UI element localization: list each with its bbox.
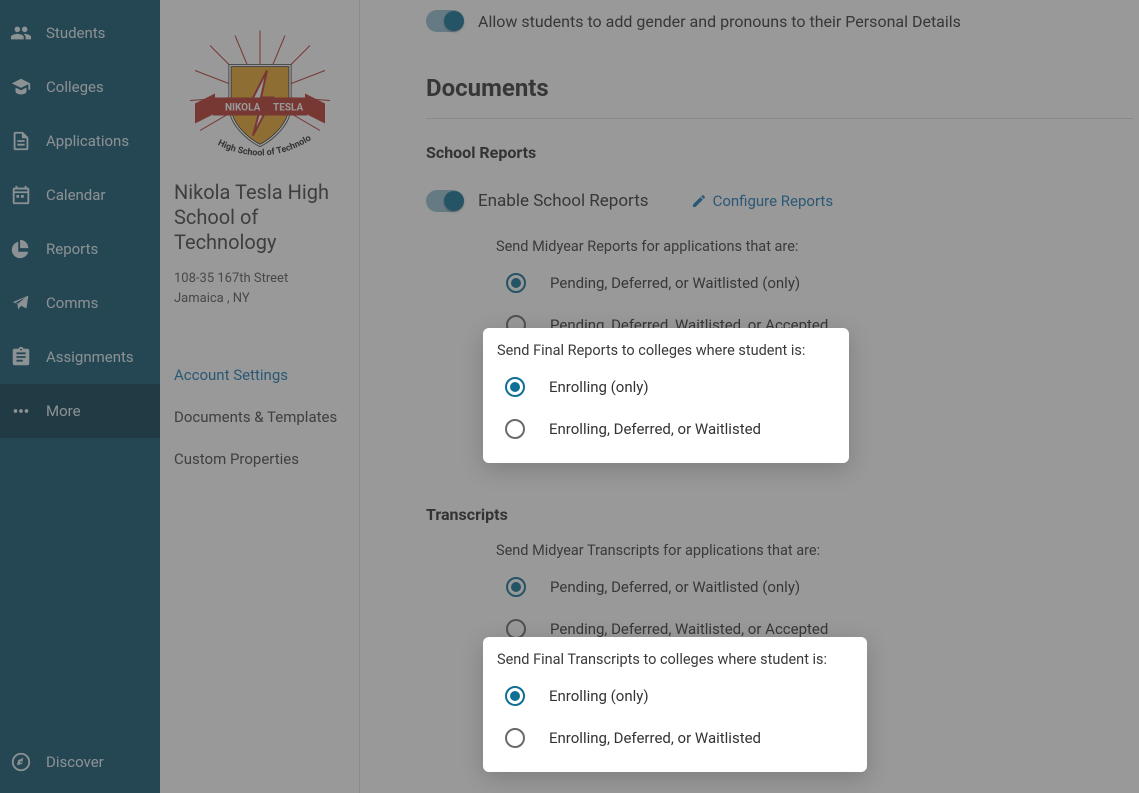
final-transcripts-option-2-label: Enrolling, Deferred, or Waitlisted — [549, 729, 761, 747]
midyear-transcripts-option-2-label: Pending, Deferred, Waitlisted, or Accept… — [550, 620, 828, 638]
pronouns-toggle-label: Allow students to add gender and pronoun… — [478, 12, 961, 31]
configure-reports-link[interactable]: Configure Reports — [691, 192, 834, 210]
more-icon — [10, 400, 32, 422]
nav-reports-label: Reports — [46, 240, 98, 258]
nav-assignments-label: Assignments — [46, 348, 134, 366]
final-reports-option-1-label: Enrolling (only) — [549, 378, 649, 396]
school-name: Nikola Tesla High School of Technology — [174, 180, 345, 255]
midyear-reports-label: Send Midyear Reports for applications th… — [496, 238, 1139, 255]
final-reports-option-1-radio[interactable] — [505, 377, 525, 397]
students-icon — [10, 22, 32, 44]
nav-more[interactable]: More — [0, 384, 160, 438]
enable-school-reports-toggle[interactable] — [426, 190, 464, 212]
local-nav-documents-templates[interactable]: Documents & Templates — [174, 396, 345, 438]
final-transcripts-card: Send Final Transcripts to colleges where… — [483, 637, 867, 772]
nav-discover[interactable]: Discover — [0, 735, 160, 793]
nav-calendar[interactable]: Calendar — [0, 168, 160, 222]
nav-discover-label: Discover — [46, 753, 104, 771]
transcripts-heading: Transcripts — [426, 505, 1139, 524]
nav-colleges[interactable]: Colleges — [0, 60, 160, 114]
nav-calendar-label: Calendar — [46, 186, 106, 204]
midyear-transcripts-option-1-radio[interactable] — [506, 577, 526, 597]
final-transcripts-option-1-label: Enrolling (only) — [549, 687, 649, 705]
midyear-reports-option-1-label: Pending, Deferred, or Waitlisted (only) — [550, 274, 800, 292]
pronouns-setting-row: Allow students to add gender and pronoun… — [426, 0, 1139, 32]
school-sidebar: NIKOLA TESLA High School of Technology N… — [160, 0, 360, 793]
midyear-transcripts-option-2-radio[interactable] — [506, 619, 526, 639]
local-nav-custom-properties[interactable]: Custom Properties — [174, 438, 345, 480]
school-logo: NIKOLA TESLA High School of Technology — [175, 18, 345, 168]
midyear-reports-option-1-radio[interactable] — [506, 273, 526, 293]
nav-comms[interactable]: Comms — [0, 276, 160, 330]
nav-students[interactable]: Students — [0, 6, 160, 60]
enable-school-reports-label: Enable School Reports — [478, 191, 649, 211]
main-nav: Students Colleges Applications Calendar … — [0, 0, 160, 793]
final-transcripts-label: Send Final Transcripts to colleges where… — [497, 651, 849, 668]
midyear-transcripts-label: Send Midyear Transcripts for application… — [496, 542, 1139, 559]
final-transcripts-option-2-radio[interactable] — [505, 728, 525, 748]
midyear-transcripts-option-1-label: Pending, Deferred, or Waitlisted (only) — [550, 578, 800, 596]
final-reports-option-2-label: Enrolling, Deferred, or Waitlisted — [549, 420, 761, 438]
final-reports-option-2-radio[interactable] — [505, 419, 525, 439]
documents-heading: Documents — [426, 74, 1133, 119]
nav-reports[interactable]: Reports — [0, 222, 160, 276]
comms-icon — [10, 292, 32, 314]
nav-students-label: Students — [46, 24, 105, 42]
reports-icon — [10, 238, 32, 260]
calendar-icon — [10, 184, 32, 206]
pencil-icon — [691, 193, 707, 209]
nav-applications[interactable]: Applications — [0, 114, 160, 168]
local-nav-account-settings[interactable]: Account Settings — [174, 354, 345, 396]
ribbon-right: TESLA — [273, 103, 303, 114]
nav-more-label: More — [46, 402, 81, 420]
nav-assignments[interactable]: Assignments — [0, 330, 160, 384]
nav-colleges-label: Colleges — [46, 78, 104, 96]
final-reports-card: Send Final Reports to colleges where stu… — [483, 328, 849, 463]
assignments-icon — [10, 346, 32, 368]
final-transcripts-option-1-radio[interactable] — [505, 686, 525, 706]
ribbon-left: NIKOLA — [225, 103, 261, 114]
pronouns-toggle[interactable] — [426, 10, 464, 32]
school-reports-heading: School Reports — [426, 143, 1139, 162]
discover-icon — [10, 751, 32, 773]
school-address: 108-35 167th Street Jamaica , NY — [174, 269, 345, 308]
nav-comms-label: Comms — [46, 294, 98, 312]
final-reports-label: Send Final Reports to colleges where stu… — [497, 342, 831, 359]
nav-applications-label: Applications — [46, 132, 129, 150]
colleges-icon — [10, 76, 32, 98]
applications-icon — [10, 130, 32, 152]
